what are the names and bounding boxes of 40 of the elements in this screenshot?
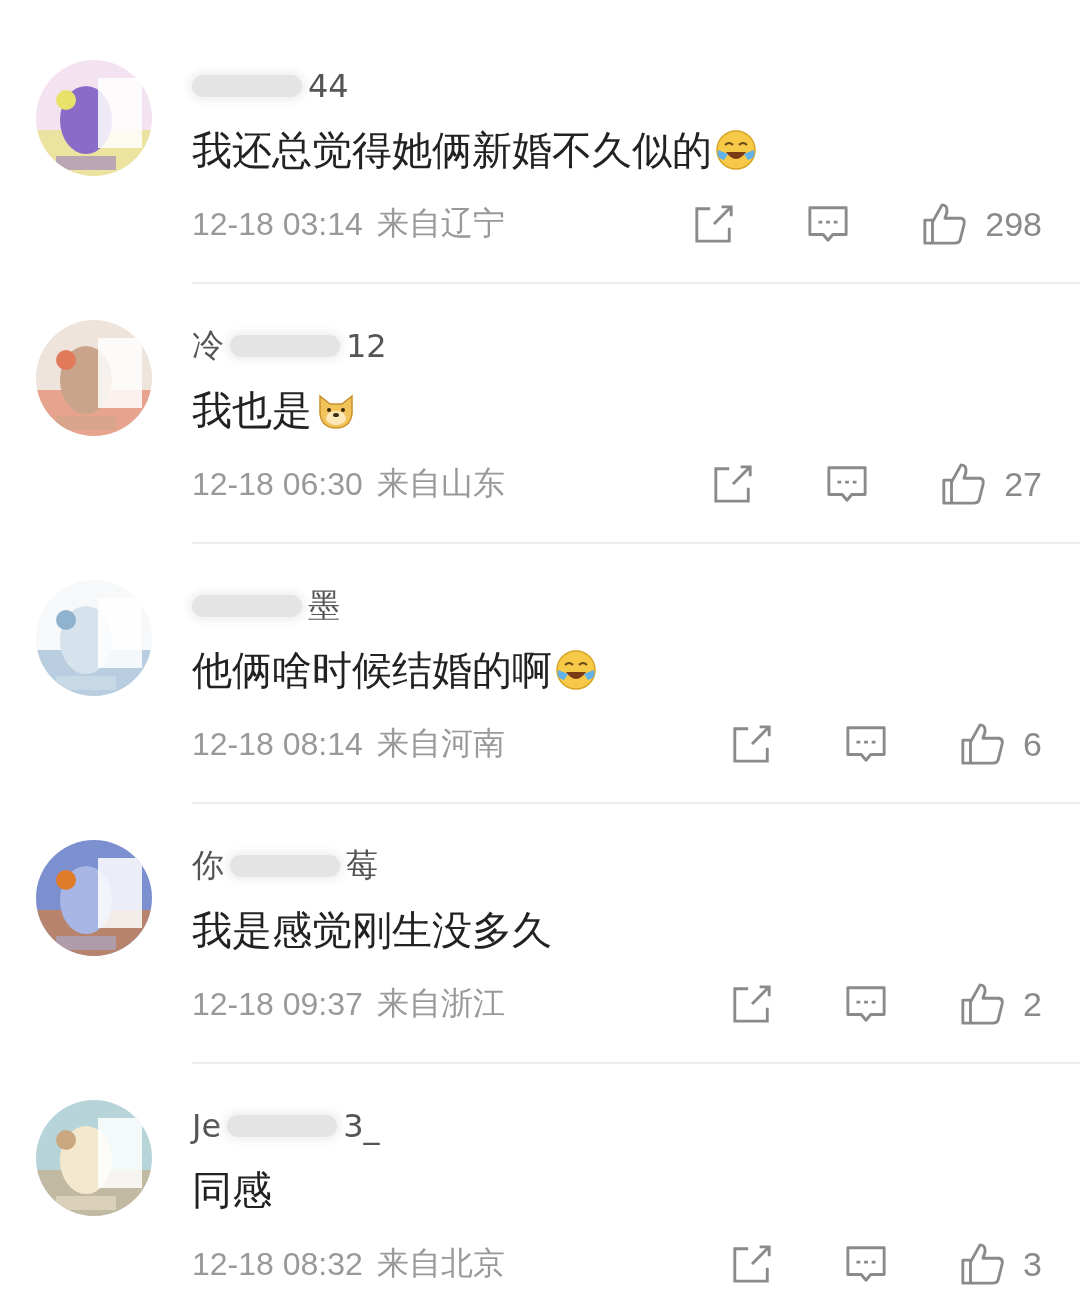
comment-text: 同感 — [192, 1165, 272, 1215]
username[interactable]: 44 — [308, 67, 349, 105]
username[interactable]: 3_ — [343, 1107, 380, 1145]
thumbs-up-icon — [940, 461, 987, 507]
location-text: 来自山东 — [376, 463, 505, 504]
timestamp: 12-18 03:14 — [192, 205, 363, 243]
username[interactable]: 12 — [346, 327, 387, 365]
share-icon[interactable] — [731, 723, 774, 765]
timestamp: 12-18 08:32 — [192, 1245, 363, 1283]
comment-icon[interactable] — [826, 463, 869, 505]
username[interactable]: 莓 — [346, 844, 378, 888]
comment-icon[interactable] — [845, 1243, 888, 1285]
timestamp: 12-18 09:37 — [192, 985, 363, 1023]
comment-text: 我还总觉得她俩新婚不久似的 — [192, 125, 712, 175]
thumbs-up-icon — [959, 721, 1006, 767]
comment-text: 我是感觉刚生没多久 — [192, 905, 552, 955]
comment-text: 他俩啥时候结婚的啊 — [192, 645, 552, 695]
username[interactable]: 墨 — [308, 584, 340, 628]
location-text: 来自北京 — [376, 1243, 505, 1284]
timestamp: 12-18 06:30 — [192, 465, 363, 503]
laughing-tears-emoji-icon — [714, 128, 758, 172]
comment-icon[interactable] — [807, 203, 850, 245]
thumbs-up-icon — [959, 981, 1006, 1027]
location-text: 来自辽宁 — [376, 203, 505, 244]
share-icon[interactable] — [731, 983, 774, 1025]
timestamp: 12-18 08:14 — [192, 725, 363, 763]
share-icon[interactable] — [731, 1243, 774, 1285]
username[interactable]: Je — [192, 1107, 222, 1145]
comment-icon[interactable] — [845, 723, 888, 765]
username[interactable]: 冷 — [192, 324, 224, 368]
location-text: 来自河南 — [376, 723, 505, 764]
comment-icon[interactable] — [845, 983, 888, 1025]
laughing-tears-emoji-icon — [554, 648, 598, 692]
thumbs-up-icon — [921, 201, 968, 247]
thumbs-up-icon — [959, 1241, 1006, 1287]
comment-text: 我也是 — [192, 385, 312, 435]
share-icon[interactable] — [712, 463, 755, 505]
location-text: 来自浙江 — [376, 983, 505, 1024]
username[interactable]: 你 — [192, 844, 224, 888]
share-icon[interactable] — [693, 203, 736, 245]
